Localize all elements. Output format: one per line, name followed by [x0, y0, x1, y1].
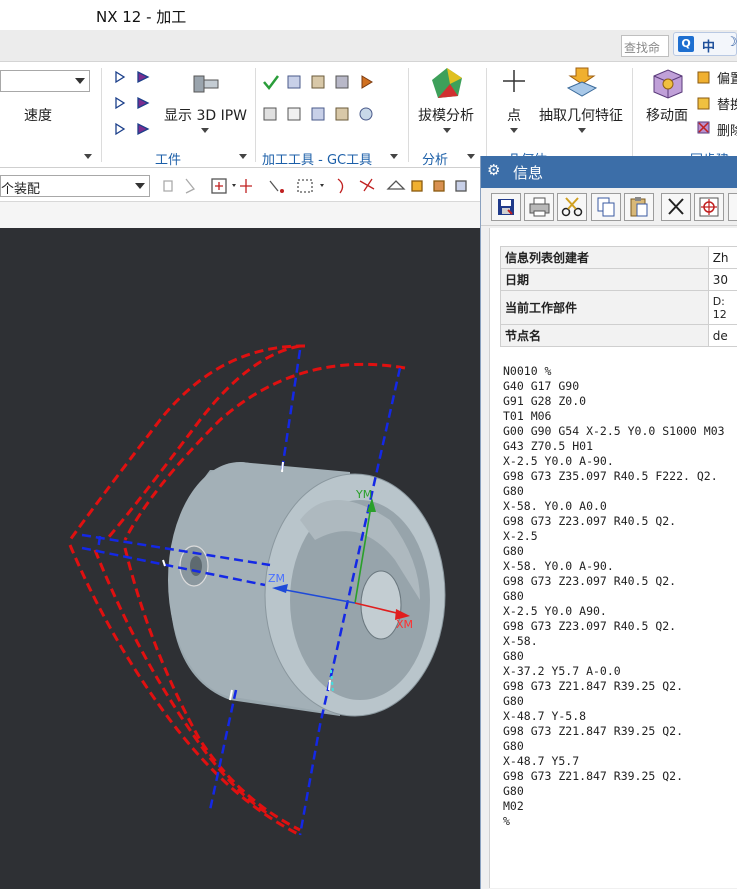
ime-language: 中: [702, 40, 716, 55]
chevron-down-icon[interactable]: [201, 128, 209, 133]
printer-icon: [529, 197, 550, 217]
selection-toolbar: 个装配: [0, 170, 480, 202]
table-row: 当前工作部件 D: 12: [500, 290, 737, 325]
ribbon: 速度 显示 3D IPW 工件 加工工具 - GC工具 拔模分析 分析 点 抽取…: [0, 62, 737, 168]
save-icon: [498, 199, 514, 215]
meta-value: D: 12: [707, 290, 737, 325]
chevron-down-icon[interactable]: [390, 154, 398, 159]
chevron-down-icon[interactable]: [578, 128, 586, 133]
chevron-down-icon[interactable]: [239, 154, 247, 159]
clear-button[interactable]: [661, 193, 691, 221]
meta-value: Zh: [707, 246, 737, 269]
info-meta-table: 信息列表创建者 Zh 日期 30 当前工作部件 D: 12 节点名 de: [500, 246, 737, 347]
more-tools-button[interactable]: [728, 193, 737, 221]
meta-key: 节点名: [500, 324, 709, 347]
gear-icon: ⚙: [487, 161, 501, 179]
moon-icon: ☽: [726, 35, 737, 50]
information-title-bar[interactable]: ⚙ 信息: [481, 156, 737, 188]
workpiece-small-icons[interactable]: [114, 68, 158, 138]
divider: [486, 68, 487, 162]
chevron-down-icon[interactable]: [84, 154, 92, 159]
scissors-icon: [561, 197, 583, 217]
information-content: 信息列表创建者 Zh 日期 30 当前工作部件 D: 12 节点名 de N00…: [489, 228, 737, 888]
delete-label[interactable]: 删除: [717, 120, 737, 139]
divider: [632, 68, 633, 162]
ime-indicator[interactable]: Q 中 ☽: [673, 32, 737, 56]
graphics-window[interactable]: YM ZM XM: [0, 228, 480, 889]
group-machining-tools: 加工工具 - GC工具: [262, 153, 373, 168]
divider: [255, 68, 256, 162]
table-row: 信息列表创建者 Zh: [500, 246, 737, 269]
speed-combo[interactable]: [0, 70, 90, 92]
save-button[interactable]: [491, 193, 521, 221]
chevron-down-icon[interactable]: [467, 154, 475, 159]
sync-small-icons[interactable]: [696, 70, 712, 134]
select-object-button[interactable]: [694, 193, 724, 221]
title-bar: NX 12 - 加工: [0, 0, 737, 30]
replace-label[interactable]: 替换: [717, 94, 737, 113]
speed-label: 速度: [24, 108, 52, 124]
chevron-down-icon: [75, 78, 85, 84]
chevron-down-icon[interactable]: [443, 128, 451, 133]
meta-key: 日期: [500, 268, 709, 291]
assembly-filter-value: 个装配: [1, 182, 41, 197]
information-toolbar: [481, 188, 737, 226]
crosshair-icon: [699, 197, 719, 217]
assembly-filter-combo[interactable]: 个装配: [0, 175, 150, 197]
print-button[interactable]: [524, 193, 554, 221]
cut-button[interactable]: [557, 193, 587, 221]
machining-tools-icons[interactable]: [262, 72, 380, 130]
axis-label-ym: YM: [356, 488, 373, 501]
close-icon: [668, 198, 684, 215]
table-row: 节点名 de: [500, 324, 737, 347]
nc-program-text[interactable]: N0010 % G40 G17 G90 G91 G28 Z0.0 T01 M06…: [503, 364, 737, 829]
copy-icon: [597, 197, 615, 217]
model-scene: [68, 344, 446, 837]
draft-analysis-icon[interactable]: [430, 66, 464, 100]
command-finder-bar: 查找命 Q 中 ☽: [0, 30, 737, 62]
information-window: ⚙ 信息 信息列表创建者 Zh 日期 30 当前工作部件 D: 12 节点名 d…: [480, 156, 737, 889]
information-title: 信息: [513, 164, 544, 182]
selection-tool-icons[interactable]: [160, 175, 480, 197]
draft-analysis-label[interactable]: 拔模分析: [418, 105, 474, 125]
axis-label-xm: XM: [396, 618, 414, 631]
command-search-input[interactable]: 查找命: [621, 35, 669, 57]
point-label[interactable]: 点: [507, 105, 521, 125]
axis-label-zm: ZM: [268, 572, 286, 585]
show-3d-ipw-label[interactable]: 显示 3D IPW: [164, 105, 247, 125]
table-row: 日期 30: [500, 268, 737, 291]
group-workpiece: 工件: [155, 153, 182, 168]
meta-value: 30: [707, 268, 737, 291]
extract-geometry-icon[interactable]: [566, 66, 598, 98]
group-analysis: 分析: [422, 153, 449, 168]
ime-q-icon: Q: [678, 36, 694, 52]
paste-icon: [630, 197, 648, 217]
meta-key: 当前工作部件: [500, 290, 709, 325]
extract-geometry-label[interactable]: 抽取几何特征: [539, 105, 623, 125]
copy-button[interactable]: [591, 193, 621, 221]
divider: [408, 68, 409, 162]
meta-value: de: [707, 324, 737, 347]
chevron-down-icon[interactable]: [510, 128, 518, 133]
offset-label[interactable]: 偏置: [717, 68, 737, 87]
divider: [101, 68, 102, 162]
paste-button[interactable]: [624, 193, 654, 221]
point-icon[interactable]: [501, 68, 527, 94]
ipw-icon[interactable]: [190, 70, 220, 98]
meta-key: 信息列表创建者: [500, 246, 709, 269]
move-face-label[interactable]: 移动面: [646, 105, 688, 125]
move-face-icon[interactable]: [650, 66, 684, 100]
view-tab-strip: [0, 202, 480, 228]
chevron-down-icon: [135, 183, 145, 189]
cylinder-part: [168, 462, 446, 717]
window-title: NX 12 - 加工: [96, 8, 187, 26]
